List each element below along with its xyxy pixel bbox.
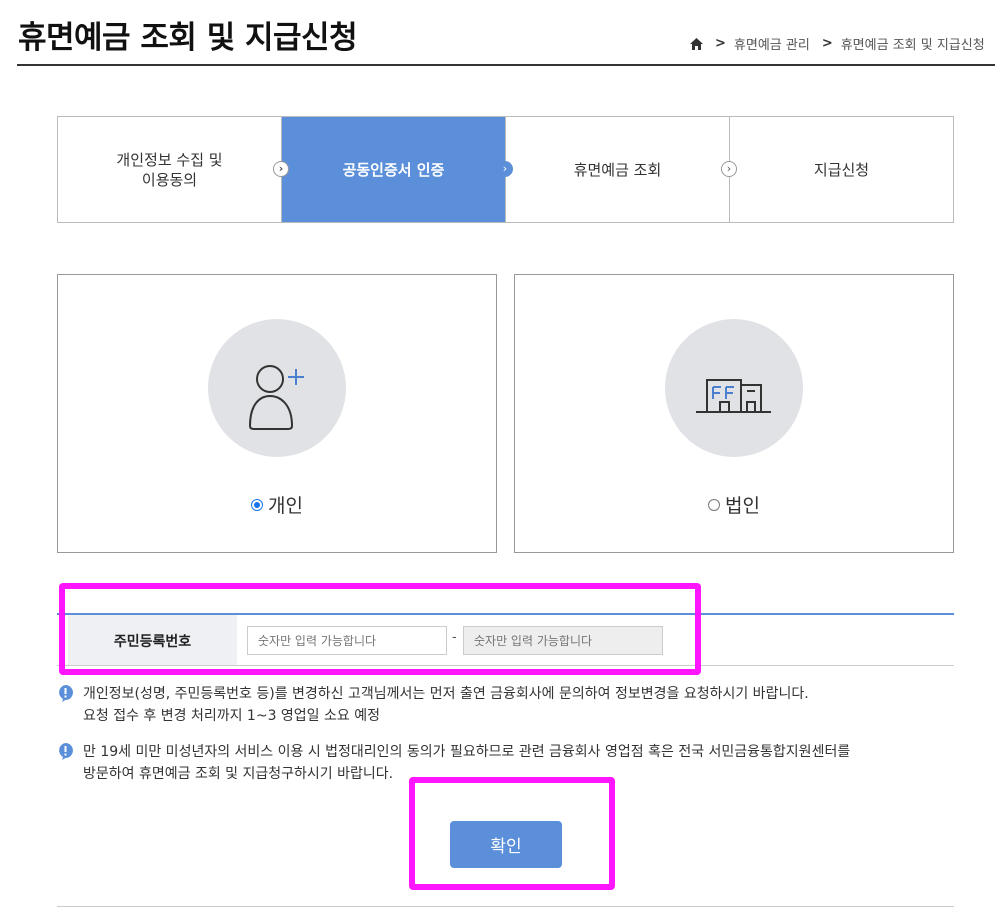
- individual-label: 개인: [268, 495, 303, 517]
- step-inquiry: › 휴면예금 조회: [497, 117, 730, 222]
- info-icon: [58, 685, 73, 702]
- step-label: 개인정보 수집 및 이용동의: [116, 150, 223, 189]
- breadcrumb-separator: >: [821, 36, 833, 51]
- step-indicator: 개인정보 수집 및 이용동의 › 공동인증서 인증 › 휴면예금 조회 › 지급…: [57, 116, 954, 223]
- individual-card[interactable]: 개인: [57, 274, 497, 553]
- chevron-right-icon: ›: [497, 161, 513, 177]
- corporate-option[interactable]: 법인: [515, 491, 953, 518]
- individual-option[interactable]: 개인: [58, 491, 496, 518]
- chevron-right-icon: ›: [721, 161, 737, 177]
- breadcrumb-item[interactable]: 휴면예금 조회 및 지급신청: [841, 34, 985, 53]
- chevron-right-icon: ›: [273, 161, 289, 177]
- notice-info-change: 개인정보(성명, 주민등록번호 등)를 변경하신 고객님께서는 먼저 출연 금융…: [58, 683, 809, 727]
- step-label: 휴면예금 조회: [573, 160, 662, 179]
- notice-text: 개인정보(성명, 주민등록번호 등)를 변경하신 고객님께서는 먼저 출연 금융…: [83, 686, 809, 724]
- step-payment: › 지급신청: [721, 117, 953, 222]
- building-icon: [665, 319, 803, 457]
- person-add-icon: [208, 319, 346, 457]
- step-label: 지급신청: [813, 160, 870, 179]
- highlight-box: [409, 777, 615, 890]
- page-title: 휴면예금 조회 및 지급신청: [18, 20, 358, 56]
- breadcrumb-item[interactable]: 휴면예금 관리: [734, 34, 810, 53]
- corporate-label: 법인: [725, 495, 760, 517]
- step-label: 공동인증서 인증: [342, 160, 445, 179]
- corporate-card[interactable]: 법인: [514, 274, 954, 553]
- breadcrumb-separator: >: [715, 36, 726, 51]
- step-consent: 개인정보 수집 및 이용동의: [58, 117, 282, 222]
- corporate-radio[interactable]: [708, 498, 721, 511]
- home-icon[interactable]: [690, 37, 703, 50]
- breadcrumb: > 휴면예금 관리 > 휴면예금 조회 및 지급신청: [690, 34, 985, 53]
- individual-radio[interactable]: [251, 498, 264, 511]
- highlight-box: [59, 583, 701, 675]
- info-icon: [58, 743, 73, 760]
- header-divider: [17, 64, 995, 66]
- step-certificate: › 공동인증서 인증: [273, 117, 506, 222]
